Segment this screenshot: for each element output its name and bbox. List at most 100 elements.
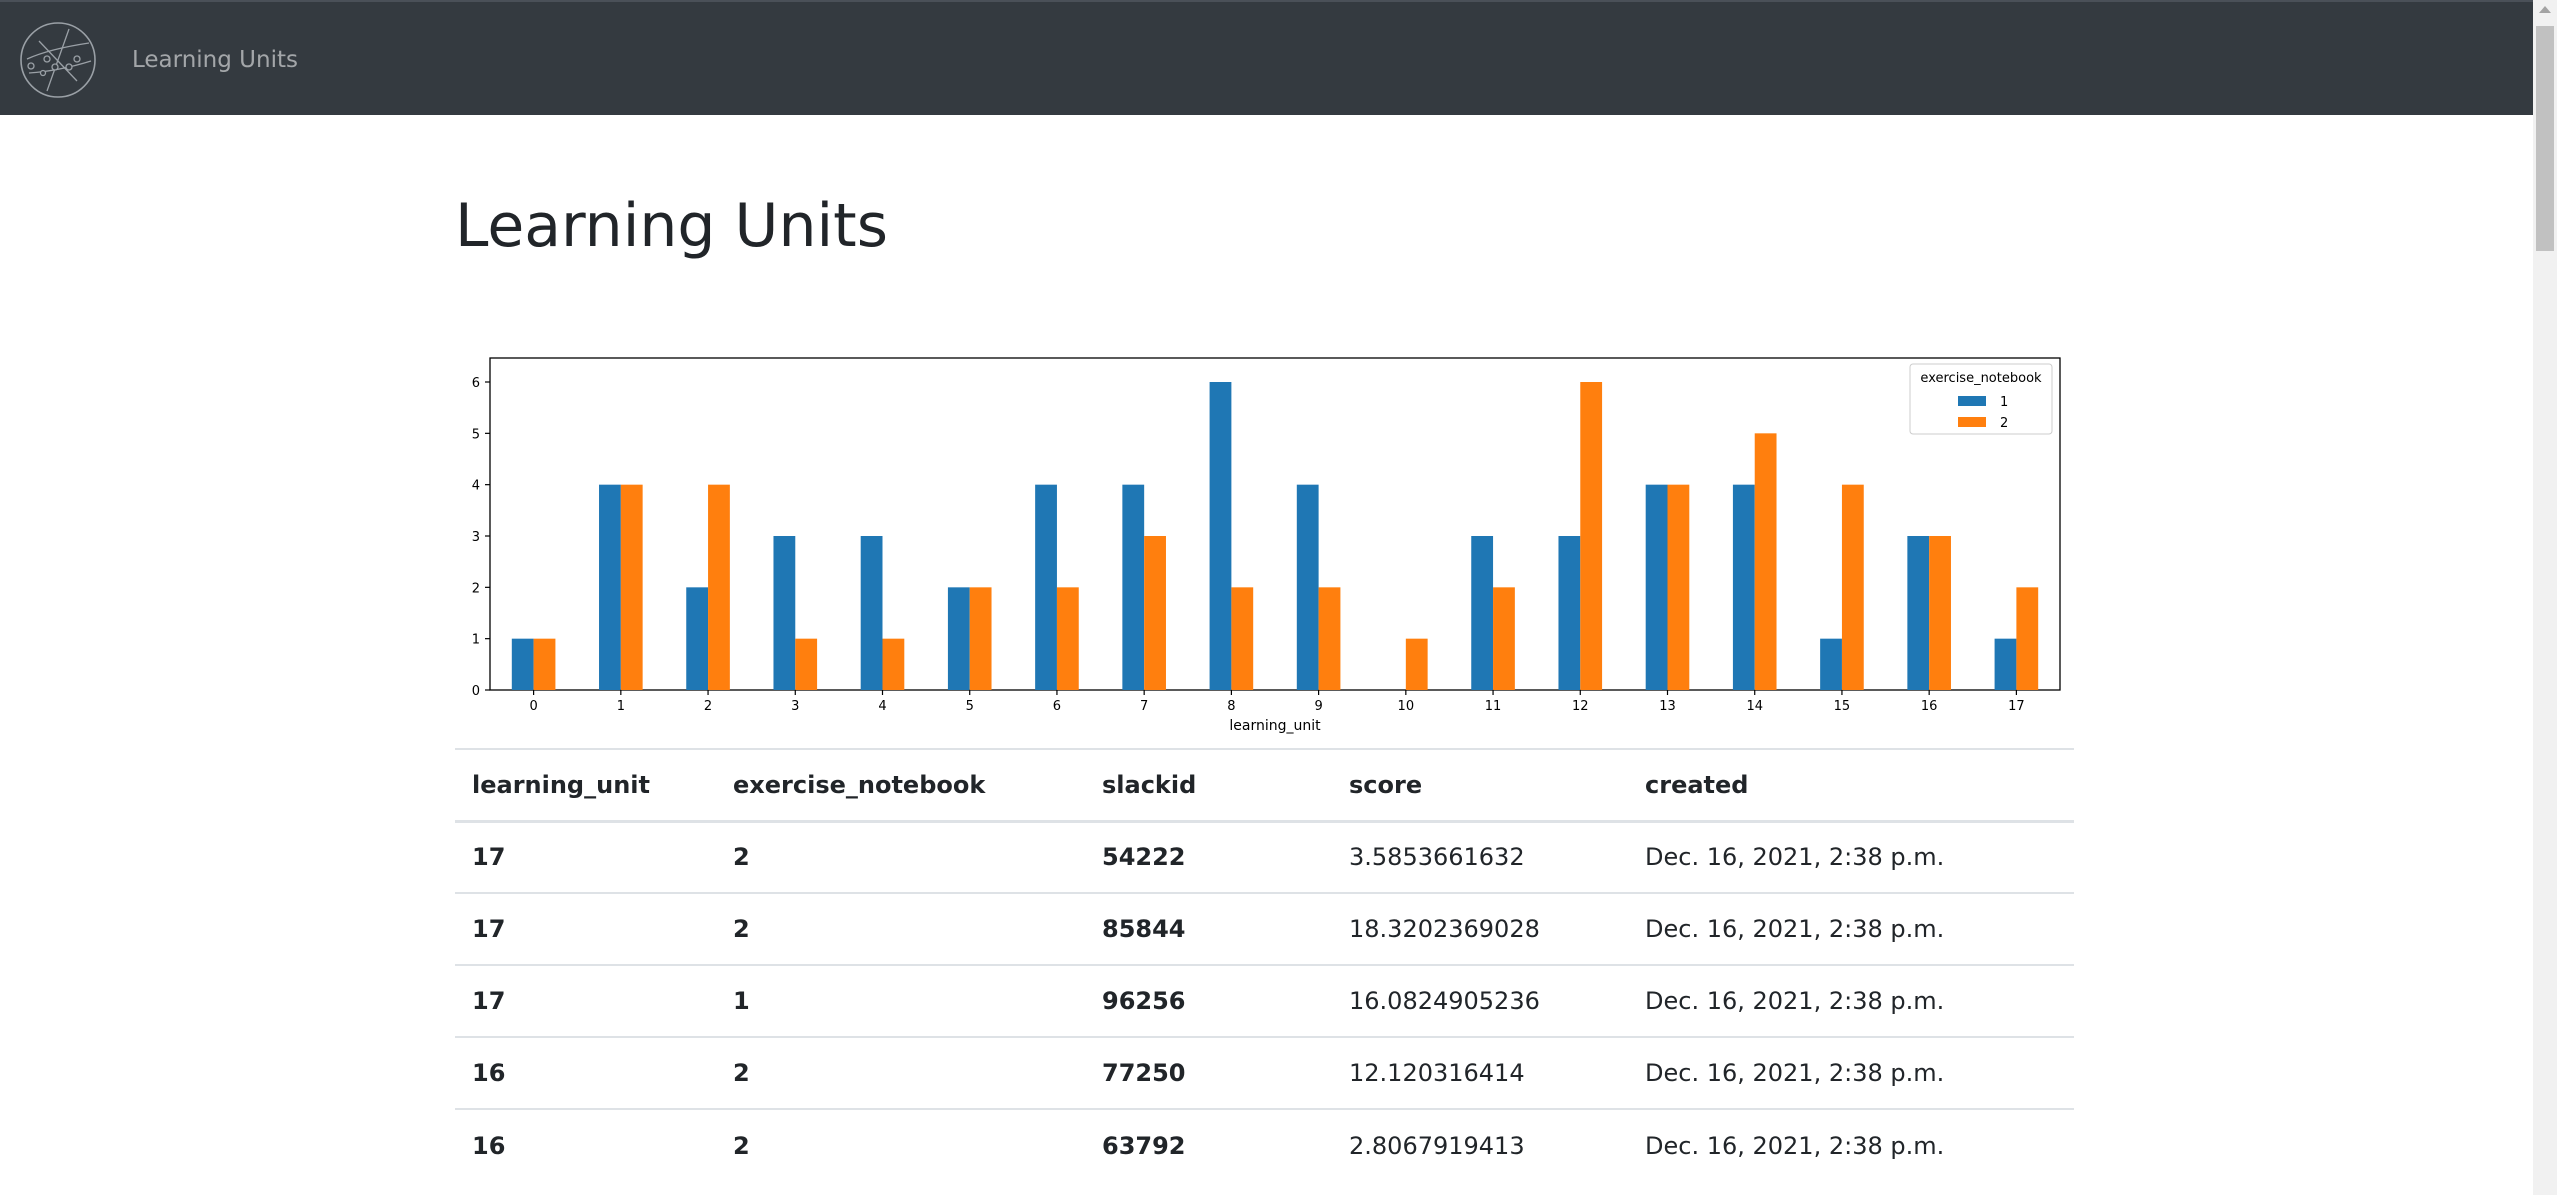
- bar-unit-8-notebook-2: [1231, 587, 1254, 690]
- bar-unit-9-notebook-1: [1296, 484, 1319, 690]
- bar-unit-7-notebook-1: [1122, 484, 1145, 690]
- plot-area: 0 1 2 3 4 5 6 7 8 9 10 11 12 13 14 15 16 170123456learnin…: [472, 357, 2061, 734]
- legend-title: exercise_notebook: [1920, 371, 2042, 386]
- y-tick-label: 1: [472, 633, 480, 648]
- bar-unit-0-notebook-1: [511, 638, 534, 690]
- cell-slackid: 63792: [1085, 1108, 1332, 1181]
- scrollbar-thumb[interactable]: [2536, 26, 2554, 251]
- column-header-slackid: slackid: [1085, 748, 1332, 823]
- bar-unit-6-notebook-1: [1035, 484, 1057, 690]
- bar-unit-14-notebook-1: [1732, 484, 1755, 690]
- y-tick-label: 0: [472, 684, 480, 699]
- x-tick-label: 14: [1746, 699, 1763, 714]
- bar-unit-7-notebook-2: [1144, 536, 1166, 690]
- x-tick-label: 8: [1227, 699, 1235, 714]
- x-tick-label: 17: [2008, 699, 2025, 714]
- cell-learning-unit: 16: [455, 1036, 716, 1109]
- legend-swatch-1: [1958, 396, 1986, 406]
- bar-unit-6-notebook-2: [1056, 587, 1079, 690]
- cell-learning-unit: 17: [455, 892, 716, 965]
- table-row: 16 2 63792 2.8067919413 Dec. 16, 2021, 2…: [455, 1108, 2074, 1181]
- legend-label-1: 1: [2000, 395, 2008, 410]
- bar-unit-1-notebook-1: [599, 484, 621, 690]
- bar-unit-4-notebook-1: [860, 536, 883, 690]
- bar-unit-11-notebook-1: [1471, 536, 1494, 690]
- page-title: Learning Units: [455, 191, 888, 261]
- x-tick-label: 5: [966, 699, 974, 714]
- cell-score: 12.120316414: [1332, 1036, 1628, 1109]
- cell-score: 16.0824905236: [1332, 964, 1628, 1037]
- bar-unit-5-notebook-1: [947, 587, 970, 690]
- cell-slackid: 54222: [1085, 820, 1332, 893]
- vertical-scrollbar[interactable]: [2533, 0, 2557, 1195]
- x-tick-label: 6: [1053, 699, 1061, 714]
- column-header-learning-unit: learning_unit: [455, 748, 716, 823]
- navbar-brand[interactable]: Learning Units: [132, 46, 298, 74]
- cell-created: Dec. 16, 2021, 2:38 p.m.: [1628, 820, 2074, 893]
- y-tick-label: 3: [472, 530, 480, 545]
- bar-unit-2-notebook-1: [686, 587, 709, 690]
- bar-unit-14-notebook-2: [1754, 433, 1777, 690]
- cell-slackid: 77250: [1085, 1036, 1332, 1109]
- x-tick-label: 7: [1140, 699, 1148, 714]
- results-table: learning_unit exercise_notebook slackid …: [455, 748, 2074, 1181]
- cell-slackid: 85844: [1085, 892, 1332, 965]
- cell-created: Dec. 16, 2021, 2:38 p.m.: [1628, 964, 2074, 1037]
- bar-unit-3-notebook-2: [795, 638, 818, 690]
- cell-learning-unit: 17: [455, 820, 716, 893]
- bar-unit-15-notebook-2: [1841, 484, 1864, 690]
- x-tick-label: 1: [617, 699, 625, 714]
- column-header-created: created: [1628, 748, 2074, 823]
- bar-unit-10-notebook-2: [1405, 638, 1428, 690]
- x-tick-label: 11: [1485, 699, 1502, 714]
- legend-label-2: 2: [2000, 416, 2008, 431]
- cell-score: 2.8067919413: [1332, 1108, 1628, 1181]
- x-tick-label: 16: [1921, 699, 1938, 714]
- bar-unit-5-notebook-2: [969, 587, 992, 690]
- cell-learning-unit: 17: [455, 964, 716, 1037]
- x-tick-label: 15: [1834, 699, 1851, 714]
- bar-unit-0-notebook-2: [533, 638, 556, 690]
- y-tick-label: 6: [472, 376, 480, 391]
- cell-exercise-notebook: 2: [716, 892, 1085, 965]
- cell-exercise-notebook: 2: [716, 820, 1085, 893]
- bar-unit-13-notebook-2: [1667, 484, 1690, 690]
- cell-score: 3.5853661632: [1332, 820, 1628, 893]
- bar-unit-11-notebook-2: [1493, 587, 1515, 690]
- y-tick-label: 2: [472, 581, 480, 596]
- table-row: 17 2 85844 18.3202369028 Dec. 16, 2021, …: [455, 892, 2074, 965]
- y-tick-label: 5: [472, 427, 480, 442]
- bar-unit-12-notebook-1: [1558, 536, 1581, 690]
- bar-unit-3-notebook-1: [773, 536, 796, 690]
- bar-unit-13-notebook-1: [1645, 484, 1668, 690]
- x-tick-label: 3: [791, 699, 799, 714]
- cell-created: Dec. 16, 2021, 2:38 p.m.: [1628, 1036, 2074, 1109]
- bar-unit-4-notebook-2: [882, 638, 905, 690]
- bar-unit-9-notebook-2: [1318, 587, 1341, 690]
- x-tick-label: 12: [1572, 699, 1589, 714]
- navbar: Learning Units: [0, 0, 2533, 115]
- x-axis-label: learning_unit: [1229, 718, 1321, 734]
- table-row: 17 1 96256 16.0824905236 Dec. 16, 2021, …: [455, 964, 2074, 1037]
- bar-unit-12-notebook-2: [1580, 382, 1603, 690]
- bar-unit-8-notebook-1: [1209, 382, 1232, 690]
- scroll-up-arrow-icon[interactable]: [2539, 6, 2551, 13]
- cell-created: Dec. 16, 2021, 2:38 p.m.: [1628, 892, 2074, 965]
- cell-exercise-notebook: 1: [716, 964, 1085, 1037]
- table-header-row: learning_unit exercise_notebook slackid …: [455, 748, 2074, 823]
- column-header-score: score: [1332, 748, 1628, 823]
- x-tick-label: 2: [704, 699, 712, 714]
- bar-unit-15-notebook-1: [1820, 638, 1842, 690]
- bar-unit-1-notebook-2: [620, 484, 643, 690]
- table-row: 16 2 77250 12.120316414 Dec. 16, 2021, 2…: [455, 1036, 2074, 1109]
- cell-exercise-notebook: 2: [716, 1036, 1085, 1109]
- table-row: 17 2 54222 3.5853661632 Dec. 16, 2021, 2…: [455, 820, 2074, 893]
- cell-exercise-notebook: 2: [716, 1108, 1085, 1181]
- bar-chart: 0 1 2 3 4 5 6 7 8 9 10 11 12 13 14 15 16 170123456learnin…: [472, 357, 2061, 734]
- constellation-globe-logo-icon[interactable]: [19, 21, 97, 99]
- bar-unit-2-notebook-2: [708, 484, 730, 690]
- bar-unit-16-notebook-1: [1907, 536, 1930, 690]
- x-tick-label: 4: [878, 699, 886, 714]
- column-header-exercise-notebook: exercise_notebook: [716, 748, 1085, 823]
- x-tick-label: 10: [1398, 699, 1415, 714]
